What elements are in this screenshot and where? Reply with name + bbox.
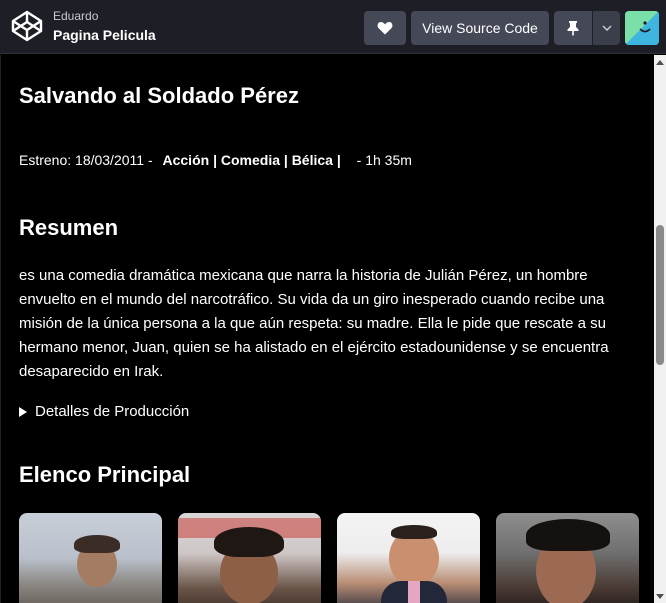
production-details-label: Detalles de Producción — [35, 403, 190, 420]
vertical-scrollbar[interactable] — [654, 55, 666, 603]
author-name[interactable]: Eduardo — [53, 9, 98, 23]
preview-frame: Salvando al Soldado Pérez Estreno: 18/03… — [0, 55, 654, 603]
pin-menu-button[interactable] — [593, 11, 620, 45]
cast-photo[interactable] — [19, 513, 162, 603]
view-source-button[interactable]: View Source Code — [411, 11, 549, 45]
production-details-toggle[interactable]: Detalles de Producción — [19, 403, 189, 420]
duration: - 1h 35m — [356, 152, 412, 168]
pen-title: Pagina Pelicula — [53, 27, 156, 43]
scroll-down-arrow-icon[interactable] — [654, 589, 666, 603]
cast-photo[interactable] — [178, 513, 321, 603]
pin-icon — [567, 21, 579, 36]
cast-photo[interactable] — [337, 513, 480, 603]
codepen-logo-icon[interactable] — [10, 9, 44, 43]
release-date: Estreno: 18/03/2011 - — [19, 152, 153, 168]
codepen-header: Eduardo Pagina Pelicula View Source Code — [0, 0, 666, 54]
movie-title: Salvando al Soldado Pérez — [19, 83, 299, 108]
like-button[interactable] — [364, 11, 406, 45]
summary-text: es una comedia dramática mexicana que na… — [19, 267, 609, 380]
movie-meta: Estreno: 18/03/2011 - Acción | Comedia |… — [19, 152, 412, 168]
cast-heading: Elenco Principal — [19, 462, 191, 487]
genre-list: Acción | Comedia | Bélica | — [162, 152, 341, 168]
cast-photo[interactable] — [496, 513, 639, 603]
disclosure-triangle-icon — [19, 406, 27, 417]
pin-button[interactable] — [554, 11, 592, 45]
heart-icon — [377, 22, 393, 35]
chevron-down-icon — [601, 25, 612, 31]
summary-heading: Resumen — [19, 215, 119, 240]
avatar-icon — [625, 11, 659, 45]
scrollbar-thumb[interactable] — [656, 225, 664, 365]
user-avatar[interactable] — [625, 11, 659, 45]
scroll-up-arrow-icon[interactable] — [654, 55, 666, 69]
